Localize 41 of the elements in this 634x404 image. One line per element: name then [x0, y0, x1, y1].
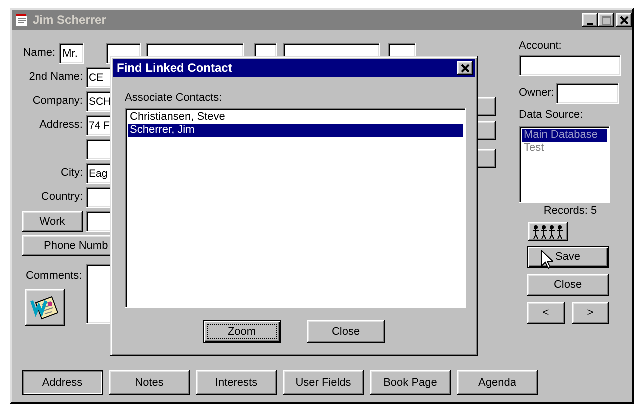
maximize-icon [602, 16, 611, 25]
pointer-icon [541, 250, 553, 269]
field-label: City: [60, 167, 83, 180]
close-button[interactable]: Close [527, 274, 609, 296]
tab[interactable]: Agenda [457, 370, 538, 395]
zoom-button[interactable]: Zoom [203, 320, 281, 343]
field-label: Address: [38, 119, 83, 132]
tab[interactable]: Notes [109, 370, 190, 395]
salutation-field[interactable]: Mr. [58, 43, 84, 64]
list-label: Associate Contacts: [125, 92, 224, 105]
field-label: 2nd Name: [28, 71, 83, 84]
window-title: Jim Scherrer [33, 13, 108, 27]
previous-button[interactable]: < [527, 302, 565, 324]
field-label: Comments: [26, 270, 82, 283]
people-icon [532, 224, 564, 238]
record-count: Records: 5 [544, 205, 598, 218]
contact-item[interactable]: Scherrer, Jim [128, 124, 463, 137]
account-field[interactable] [519, 55, 621, 76]
field-label: Company: [32, 95, 83, 108]
contact-item[interactable]: Christiansen, Steve [128, 111, 463, 124]
close-button[interactable]: Close [307, 320, 385, 343]
phone-type-button[interactable]: Work [22, 211, 83, 232]
field-label: Country: [40, 191, 83, 204]
next-button[interactable]: > [572, 302, 609, 324]
save-button[interactable]: Save [527, 246, 609, 268]
field-label: Data Source: [519, 109, 584, 122]
tab[interactable]: Book Page [370, 370, 451, 395]
tab[interactable]: User Fields [283, 370, 364, 395]
tab[interactable]: Interests [196, 370, 277, 395]
dialog-title: Find Linked Contact [117, 61, 234, 75]
tab[interactable]: Address [22, 370, 103, 395]
field-label: Owner: [519, 87, 554, 100]
field-label: Account: [519, 40, 563, 53]
field-label: Name: [22, 47, 56, 60]
contacts-list[interactable]: Christiansen, Steve Scherrer, Jim [125, 108, 466, 308]
close-button[interactable] [457, 61, 473, 75]
word-document-button[interactable] [25, 289, 65, 326]
owner-field[interactable] [556, 83, 620, 104]
close-icon [620, 16, 629, 25]
contacts-button[interactable] [528, 222, 568, 241]
minimize-icon [587, 23, 593, 25]
